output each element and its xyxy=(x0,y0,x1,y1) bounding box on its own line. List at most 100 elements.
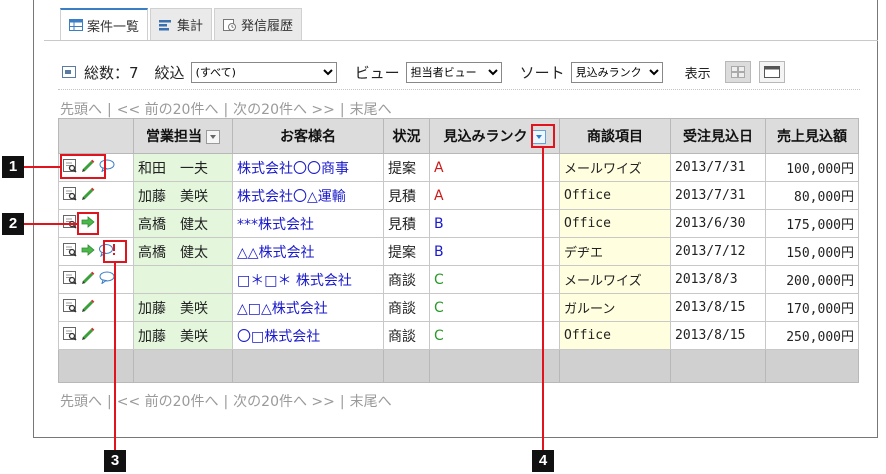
grid-view-button[interactable] xyxy=(724,61,751,83)
pager-next[interactable]: 次の20件へ >> xyxy=(233,394,335,410)
cell-item: Office xyxy=(559,209,671,238)
callout-line-3 xyxy=(114,263,116,451)
view-label: ビュー xyxy=(354,63,400,82)
cell-rep xyxy=(133,265,233,294)
edit-icon[interactable] xyxy=(81,271,95,289)
table-row: 和田 一夫 株式会社〇〇商事 提案 A メールワイズ 2013/7/31 100,000円 xyxy=(58,153,859,182)
cell-amount: 200,000円 xyxy=(765,265,859,294)
cell-amount: 170,000円 xyxy=(765,293,859,322)
tab-underline xyxy=(44,40,878,41)
callout-box-3 xyxy=(103,240,127,263)
pager-first[interactable]: 先頭へ xyxy=(60,394,102,410)
cell-rep: 高橋 健太 xyxy=(133,209,233,238)
filter-select[interactable]: (すべて) xyxy=(190,61,337,83)
row-actions xyxy=(58,265,134,294)
divider xyxy=(58,89,860,90)
bar-chart-icon xyxy=(159,19,172,30)
cell-date: 2013/7/12 xyxy=(670,237,766,266)
marker-2: 2 xyxy=(2,213,24,235)
tab-send-history[interactable]: 発信履歴 xyxy=(214,8,303,40)
history-icon xyxy=(223,18,237,31)
table-header-row: 営業担当 お客様名 状況 見込みランク 商談項目 受注見込日 売上見込額 xyxy=(58,118,859,154)
tab-send-history-label: 発信履歴 xyxy=(241,19,294,34)
detail-icon[interactable] xyxy=(63,270,77,289)
cell-rank: A xyxy=(429,181,560,210)
cell-customer[interactable]: 〇□株式会社 xyxy=(232,321,384,350)
cell-item: デヂエ xyxy=(559,237,671,266)
edit-icon[interactable] xyxy=(81,327,95,345)
footer-cell xyxy=(559,349,671,383)
row-actions xyxy=(58,181,134,210)
cell-item: Office xyxy=(559,181,671,210)
edit-icon[interactable] xyxy=(81,187,95,205)
view-select[interactable]: 担当者ビュー xyxy=(405,61,502,83)
table-footer-row xyxy=(58,349,859,383)
table-row: 加藤 美咲 △□△株式会社 商談 C ガルーン 2013/8/15 170,000円 xyxy=(58,293,859,322)
total-count: 総数：7 xyxy=(84,63,139,82)
detail-icon[interactable] xyxy=(63,298,77,317)
display-label: 表示 xyxy=(684,66,711,82)
tab-aggregate-label: 集計 xyxy=(177,19,204,34)
tab-case-list[interactable]: 案件一覧 xyxy=(60,8,149,40)
cell-amount: 100,000円 xyxy=(765,153,859,182)
cell-customer[interactable]: △△株式会社 xyxy=(232,237,384,266)
sort-select[interactable]: 見込みランク xyxy=(570,61,663,83)
detail-icon[interactable] xyxy=(63,326,77,345)
export-icon[interactable] xyxy=(62,66,76,78)
cell-item: ガルーン xyxy=(559,293,671,322)
proceed-arrow-icon[interactable] xyxy=(81,243,95,260)
cell-status: 商談 xyxy=(383,321,430,350)
cell-customer[interactable]: △□△株式会社 xyxy=(232,293,384,322)
table-icon xyxy=(69,19,83,31)
cell-date: 2013/8/15 xyxy=(670,321,766,350)
pager-top: 先頭へ | << 前の20件へ | 次の20件へ >> | 末尾へ xyxy=(60,102,392,118)
pager-prev[interactable]: << 前の20件へ xyxy=(117,394,219,410)
cell-amount: 150,000円 xyxy=(765,237,859,266)
cell-customer[interactable]: 株式会社〇△運輸 xyxy=(232,181,384,210)
cell-rank: A xyxy=(429,153,560,182)
rep-sort-button[interactable] xyxy=(206,130,220,144)
callout-line-1 xyxy=(24,166,60,168)
pager-last[interactable]: 末尾へ xyxy=(350,394,392,410)
cell-amount: 175,000円 xyxy=(765,209,859,238)
callout-line-2 xyxy=(24,223,77,225)
marker-3: 3 xyxy=(104,450,126,472)
row-actions xyxy=(58,321,134,350)
edit-icon[interactable] xyxy=(81,299,95,317)
marker-4: 4 xyxy=(532,450,554,472)
cell-rank: C xyxy=(429,321,560,350)
pager-first[interactable]: 先頭へ xyxy=(60,102,102,118)
cell-status: 商談 xyxy=(383,293,430,322)
footer-cell xyxy=(765,349,859,383)
case-table: 営業担当 お客様名 状況 見込みランク 商談項目 受注見込日 売上見込額 和田 … xyxy=(58,118,859,383)
cell-rank: B xyxy=(429,237,560,266)
footer-cell xyxy=(232,349,384,383)
cell-date: 2013/8/15 xyxy=(670,293,766,322)
callout-box-4 xyxy=(531,124,555,148)
sort-label: ソート xyxy=(519,63,565,82)
cell-rank: C xyxy=(429,265,560,294)
cell-status: 提案 xyxy=(383,153,430,182)
comment-icon[interactable] xyxy=(99,271,115,288)
pager-last[interactable]: 末尾へ xyxy=(350,102,392,118)
cell-status: 見積 xyxy=(383,181,430,210)
cell-date: 2013/7/31 xyxy=(670,153,766,182)
cell-date: 2013/7/31 xyxy=(670,181,766,210)
header-rep: 営業担当 xyxy=(133,118,233,154)
detail-icon[interactable] xyxy=(63,186,77,205)
header-date: 受注見込日 xyxy=(670,118,766,154)
tab-aggregate[interactable]: 集計 xyxy=(150,8,213,40)
cell-customer[interactable]: 株式会社〇〇商事 xyxy=(232,153,384,182)
header-actions xyxy=(58,118,134,154)
tab-case-list-label: 案件一覧 xyxy=(87,19,140,35)
cell-customer[interactable]: ***株式会社 xyxy=(232,209,384,238)
detail-icon[interactable] xyxy=(63,242,77,261)
callout-line-4 xyxy=(542,148,544,451)
tab-bar: 案件一覧 集計 発信履歴 xyxy=(60,8,304,40)
cell-customer[interactable]: □＊□＊ 株式会社 xyxy=(232,265,384,294)
table-row: 加藤 美咲 株式会社〇△運輸 見積 A Office 2013/7/31 80,000円 xyxy=(58,181,859,210)
pager-prev[interactable]: << 前の20件へ xyxy=(117,102,219,118)
pager-next[interactable]: 次の20件へ >> xyxy=(233,102,335,118)
list-view-button[interactable] xyxy=(758,61,785,83)
footer-cell xyxy=(133,349,233,383)
